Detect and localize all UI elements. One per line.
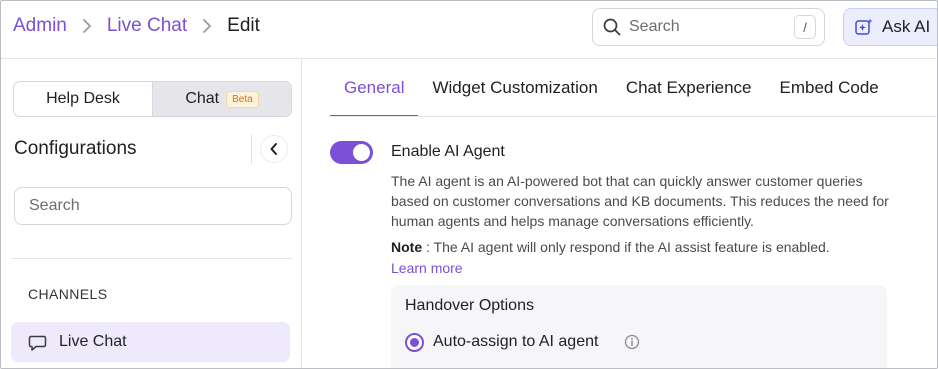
chat-label: Chat [185,90,220,107]
enable-ai-agent-toggle[interactable] [330,141,373,164]
chat-bubble-icon [28,333,47,352]
sidebar-item-live-chat[interactable]: Live Chat [11,322,290,362]
auto-assign-radio[interactable] [405,333,424,352]
main-content: General Widget Customization Chat Experi… [303,59,937,368]
configurations-heading: Configurations [14,138,137,159]
divider [11,258,292,259]
learn-more-link[interactable]: Learn more [391,260,463,276]
chevron-right-icon [202,19,212,33]
note-label: Note [391,239,423,255]
radio-selected-dot [410,338,419,347]
help-desk-label: Help Desk [46,90,120,107]
ask-ai-button[interactable]: Ask AI [843,8,937,46]
ai-agent-note: Note : The AI agent will only respond if… [391,239,830,255]
channels-section-label: CHANNELS [28,286,108,302]
global-search-input[interactable]: Search / [592,8,825,46]
chevron-right-icon [82,19,92,33]
handover-options-panel: Handover Options Auto-assign to AI agent [391,285,887,368]
search-shortcut-key: / [794,15,816,39]
sidebar-search-placeholder: Search [29,197,80,214]
breadcrumb-admin[interactable]: Admin [13,15,67,37]
breadcrumb-live-chat[interactable]: Live Chat [107,15,187,37]
breadcrumb-current: Edit [227,15,260,36]
tabs-divider [330,116,937,117]
sidebar: Help Desk Chat Beta Configurations Searc… [1,59,302,368]
auto-assign-label[interactable]: Auto-assign to AI agent [433,333,598,351]
tab-general[interactable]: General [330,59,419,117]
tab-widget-customization[interactable]: Widget Customization [432,59,597,117]
chevron-left-icon [269,142,279,156]
tab-embed-code[interactable]: Embed Code [780,59,879,117]
breadcrumb: Admin Live Chat Edit [13,15,260,37]
chat-segment[interactable]: Chat Beta [152,82,291,116]
settings-tabs: General Widget Customization Chat Experi… [330,59,907,117]
ai-agent-description: The AI agent is an AI-powered bot that c… [391,173,889,229]
ask-ai-label: Ask AI [882,17,931,36]
mode-segmented-control: Help Desk Chat Beta [13,81,292,117]
ai-agent-title: Enable AI Agent [391,143,505,160]
beta-badge: Beta [226,90,259,108]
note-text: : The AI agent will only respond if the … [422,239,830,255]
info-icon[interactable] [624,334,640,350]
sparkle-icon [854,17,874,37]
tab-chat-experience[interactable]: Chat Experience [626,59,752,117]
handover-options-title: Handover Options [405,297,534,314]
top-header: Admin Live Chat Edit Search / Ask AI [1,1,937,59]
toggle-knob [353,144,370,161]
sidebar-search-input[interactable]: Search [14,187,292,225]
search-placeholder: Search [629,18,680,35]
help-desk-segment[interactable]: Help Desk [14,82,152,116]
search-icon [603,18,621,36]
divider [251,134,252,164]
sidebar-item-label: Live Chat [59,333,127,350]
collapse-sidebar-button[interactable] [260,135,288,163]
app-window: Admin Live Chat Edit Search / Ask AI Hel… [0,0,938,369]
